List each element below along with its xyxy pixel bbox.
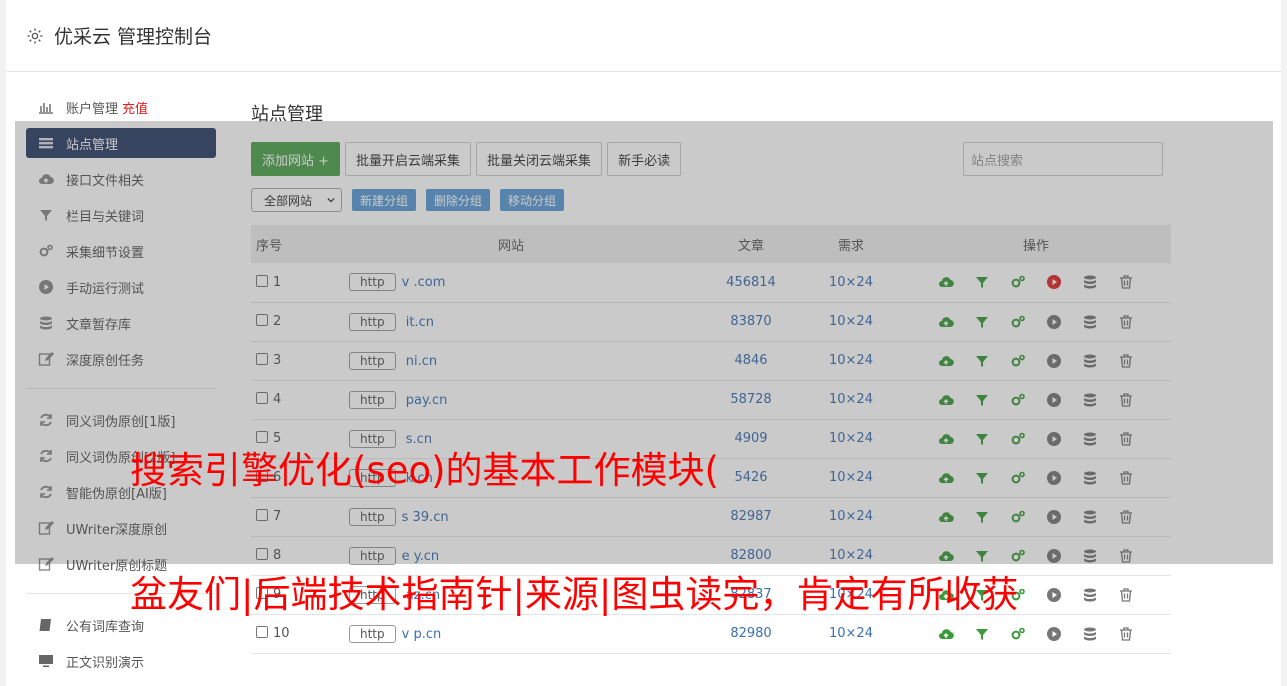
settings-icon[interactable] <box>1009 625 1027 643</box>
database-icon[interactable] <box>1081 625 1099 643</box>
site-url-link[interactable]: v p.cn <box>402 627 442 642</box>
sidebar-item-label: 公有词库查询 <box>66 619 145 635</box>
demand-value[interactable]: 10×24 <box>829 626 873 641</box>
book-icon <box>38 617 54 633</box>
recharge-link[interactable]: 充值 <box>122 98 148 117</box>
sidebar-item-label: 正文识别演示 <box>66 655 145 671</box>
sidebar-item[interactable]: 账户管理 充值 <box>26 92 216 122</box>
database-icon[interactable] <box>1081 586 1099 604</box>
row-actions <box>901 625 1171 643</box>
header: 优采云 管理控制台 <box>6 0 1281 72</box>
trash-icon[interactable] <box>1117 625 1135 643</box>
sidebar-item[interactable]: 正文识别演示 <box>26 646 216 676</box>
app-title: 优采云 管理控制台 <box>54 26 213 48</box>
protocol-badge: http <box>349 624 396 643</box>
article-count[interactable]: 82980 <box>730 626 771 641</box>
watermark-line-1: 搜索引擎优化(seo)的基本工作模块( <box>130 449 719 492</box>
sidebar-item-label: 账户管理 <box>66 101 119 117</box>
table-row: 10 http v p.cn 82980 10×24 <box>251 614 1171 653</box>
row-number: 10 <box>273 626 290 641</box>
bar-chart-icon <box>38 99 54 115</box>
play-icon[interactable] <box>1045 586 1063 604</box>
trash-icon[interactable] <box>1117 586 1135 604</box>
upload-icon[interactable] <box>937 625 955 643</box>
filter-icon[interactable] <box>973 625 991 643</box>
monitor-icon <box>38 653 54 669</box>
row-checkbox[interactable] <box>256 626 268 638</box>
watermark-line-2: 盆友们|后端技术指南针|来源|图虫读完，肯定有所收获 <box>130 573 1019 616</box>
play-icon[interactable] <box>1045 625 1063 643</box>
dim-overlay <box>15 121 1273 564</box>
gear-icon <box>27 28 43 43</box>
